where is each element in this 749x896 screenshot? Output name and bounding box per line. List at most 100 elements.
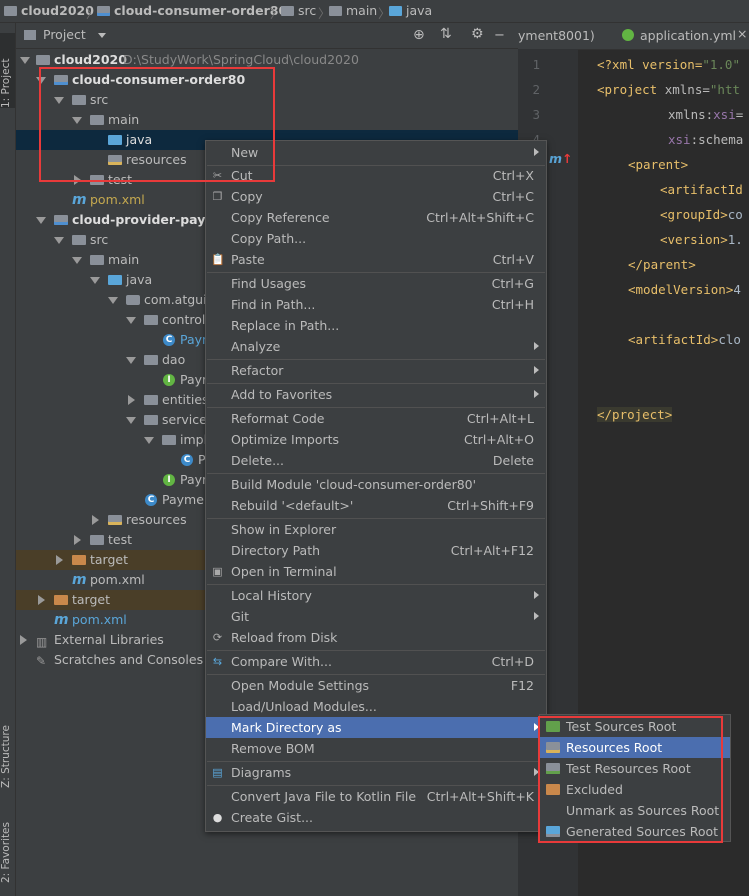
- interface-icon: I: [163, 374, 175, 386]
- project-panel-header: Project ⊕ ⇅ ⚙ −: [16, 23, 518, 49]
- menu-item-label: Rebuild '<default>': [231, 498, 354, 513]
- menu-item-label: Open Module Settings: [231, 678, 370, 693]
- chevron-right-icon: [534, 591, 539, 599]
- chevron-right-icon: [534, 342, 539, 350]
- excluded-folder-icon: [54, 595, 68, 605]
- menu-item-refactor[interactable]: Refactor: [206, 360, 546, 381]
- tree-label: src: [90, 232, 109, 247]
- menu-item-directory-path[interactable]: Directory Path Ctrl+Alt+F12: [206, 540, 546, 561]
- code-token: xmlns:: [668, 107, 714, 122]
- menu-item-copy[interactable]: ❐ Copy Ctrl+C: [206, 186, 546, 207]
- menu-item-convert-to-kotlin[interactable]: Convert Java File to Kotlin File Ctrl+Alt…: [206, 786, 546, 807]
- menu-item-diagrams[interactable]: ▤ Diagrams: [206, 762, 546, 783]
- hide-icon[interactable]: −: [494, 28, 505, 43]
- menu-item-build-module[interactable]: Build Module 'cloud-consumer-order80': [206, 474, 546, 495]
- menu-item-optimize-imports[interactable]: Optimize Imports Ctrl+Alt+O: [206, 429, 546, 450]
- menu-item-reformat-code[interactable]: Reformat Code Ctrl+Alt+L: [206, 408, 546, 429]
- breadcrumb-item[interactable]: src: [281, 3, 316, 19]
- folder-icon: [36, 55, 50, 65]
- tree-label: target: [72, 592, 111, 607]
- menu-item-git[interactable]: Git: [206, 606, 546, 627]
- tree-label: resources: [126, 512, 187, 527]
- collapse-all-icon[interactable]: ⇅: [440, 26, 452, 42]
- menu-item-show-in-explorer[interactable]: Show in Explorer: [206, 519, 546, 540]
- tree-label: Scratches and Consoles: [54, 652, 204, 667]
- tree-label: dao: [162, 352, 186, 367]
- menu-item-open-in-terminal[interactable]: ▣ Open in Terminal: [206, 561, 546, 582]
- module-folder-icon: [97, 6, 110, 16]
- menu-item-delete[interactable]: Delete... Delete: [206, 450, 546, 471]
- tree-label: pom.xml: [90, 192, 145, 207]
- menu-item-local-history[interactable]: Local History: [206, 585, 546, 606]
- menu-item-find-in-path[interactable]: Find in Path... Ctrl+H: [206, 294, 546, 315]
- menu-item-replace-in-path[interactable]: Replace in Path...: [206, 315, 546, 336]
- menu-item-compare-with[interactable]: ⇆ Compare With... Ctrl+D: [206, 651, 546, 672]
- scratches-icon: ✎: [36, 654, 47, 668]
- reload-icon: ⟳: [212, 631, 223, 644]
- tree-label: service: [162, 412, 207, 427]
- tab-project[interactable]: 1: Project: [0, 33, 15, 108]
- tree-label: pom.xml: [90, 572, 145, 587]
- menu-item-remove-bom[interactable]: Remove BOM: [206, 738, 546, 759]
- menu-item-label: Load/Unload Modules...: [231, 699, 377, 714]
- tab-structure[interactable]: Z: Structure: [0, 703, 15, 788]
- tool-window-stripe: 1: Project Z: Structure 2: Favorites: [0, 23, 16, 896]
- tab-application-yml[interactable]: application.yml: [640, 28, 736, 43]
- maven-icon: m: [72, 192, 87, 208]
- menu-item-create-gist[interactable]: ● Create Gist...: [206, 807, 546, 828]
- code-token: </project>: [597, 407, 673, 422]
- panel-title[interactable]: Project: [43, 27, 86, 42]
- breadcrumb-label: main: [346, 3, 378, 18]
- breadcrumb-item[interactable]: cloud2020: [4, 3, 94, 19]
- gear-icon[interactable]: ⚙: [471, 26, 484, 42]
- excluded-folder-icon: [72, 555, 86, 565]
- menu-item-label: Add to Favorites: [231, 387, 333, 402]
- close-icon[interactable]: ×: [737, 26, 747, 41]
- menu-item-shortcut: Ctrl+Alt+O: [464, 432, 534, 447]
- breadcrumb-item[interactable]: java: [389, 3, 432, 19]
- folder-icon: [4, 6, 17, 16]
- maven-parent-icon[interactable]: m↑: [549, 151, 573, 166]
- menu-item-add-to-favorites[interactable]: Add to Favorites: [206, 384, 546, 405]
- menu-item-find-usages[interactable]: Find Usages Ctrl+G: [206, 273, 546, 294]
- menu-item-label: Compare With...: [231, 654, 332, 669]
- folder-icon: [90, 255, 104, 265]
- paste-icon: 📋: [211, 253, 225, 266]
- menu-item-shortcut: Ctrl+Alt+Shift+K: [426, 789, 534, 804]
- breadcrumb-item[interactable]: cloud-consumer-order80: [97, 3, 287, 19]
- code-token: "1.0": [702, 57, 740, 72]
- locate-icon[interactable]: ⊕: [413, 27, 425, 43]
- tree-label: cloud-provider-payme: [72, 212, 227, 227]
- chevron-down-icon[interactable]: [98, 33, 106, 38]
- maven-icon: m: [54, 612, 69, 628]
- navigation-bar: cloud2020 〉 cloud-consumer-order80 〉 src…: [0, 0, 749, 23]
- terminal-icon: ▣: [212, 565, 223, 578]
- menu-item-copy-path[interactable]: Copy Path...: [206, 228, 546, 249]
- menu-item-label: Reload from Disk: [231, 630, 338, 645]
- tab-favorites[interactable]: 2: Favorites: [0, 803, 15, 883]
- libraries-icon: ▥: [36, 635, 48, 649]
- menu-item-copy-reference[interactable]: Copy Reference Ctrl+Alt+Shift+C: [206, 207, 546, 228]
- menu-item-rebuild[interactable]: Rebuild '<default>' Ctrl+Shift+F9: [206, 495, 546, 516]
- menu-item-label: Show in Explorer: [231, 522, 337, 537]
- breadcrumb-item[interactable]: main: [329, 3, 377, 19]
- tab-payment8001[interactable]: yment8001): [518, 28, 595, 43]
- breadcrumb-label: src: [298, 3, 317, 18]
- tree-label: Payr: [180, 372, 208, 387]
- tree-label: External Libraries: [54, 632, 164, 647]
- code-token: <?xml version=: [597, 57, 703, 72]
- context-menu: New ✂ Cut Ctrl+X ❐ Copy Ctrl+C Copy Referenc…: [205, 140, 547, 832]
- menu-item-analyze[interactable]: Analyze: [206, 336, 546, 357]
- menu-item-reload-from-disk[interactable]: ⟳ Reload from Disk: [206, 627, 546, 648]
- maven-icon: m: [72, 572, 87, 588]
- menu-item-paste[interactable]: 📋 Paste Ctrl+V: [206, 249, 546, 270]
- menu-item-label: Delete...: [231, 453, 284, 468]
- menu-item-label: Diagrams: [231, 765, 292, 780]
- menu-item-mark-directory-as[interactable]: Mark Directory as: [206, 717, 546, 738]
- chevron-right-icon: [534, 148, 539, 156]
- menu-item-open-module-settings[interactable]: Open Module Settings F12: [206, 675, 546, 696]
- menu-item-shortcut: Delete: [492, 453, 534, 468]
- menu-item-label: Remove BOM: [231, 741, 315, 756]
- menu-item-load-unload-modules[interactable]: Load/Unload Modules...: [206, 696, 546, 717]
- menu-item-label: Replace in Path...: [231, 318, 340, 333]
